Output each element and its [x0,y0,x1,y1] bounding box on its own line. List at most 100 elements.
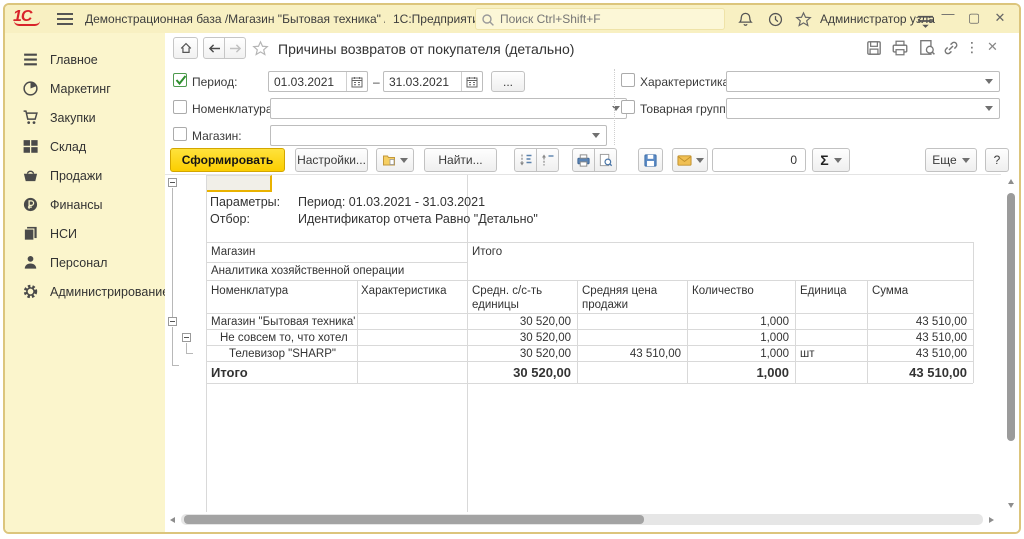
calendar-icon[interactable] [461,72,482,91]
table-row-name[interactable]: Магазин "Бытовая техника" [211,316,355,328]
print-preview-icon[interactable] [918,39,936,57]
sidebar-item-purchases[interactable]: Закупки [5,103,165,132]
generate-button[interactable]: Сформировать [170,148,285,172]
product-group-checkbox[interactable] [621,100,635,114]
preview-button[interactable] [594,148,617,172]
table-cell[interactable]: 30 520,00 [467,316,577,328]
period-more-button[interactable]: ... [491,71,525,92]
sidebar-item-warehouse[interactable]: Склад [5,132,165,161]
vertical-scrollbar[interactable] [1006,175,1017,512]
group-collapse-toggle[interactable] [168,178,177,187]
print-button[interactable] [572,148,595,172]
back-button[interactable] [203,37,225,59]
sum-indicator-field[interactable]: 0 [712,148,806,172]
table-cell[interactable]: шт [800,348,860,360]
table-cell[interactable]: 1,000 [687,348,795,360]
search-input[interactable] [500,11,718,27]
scroll-up-icon[interactable] [1008,179,1014,184]
characteristic-label: Характеристика: [640,75,733,89]
table-cell[interactable]: 30 520,00 [467,332,577,344]
filter-splitter[interactable] [614,69,615,145]
1c-logo: 1С [13,8,31,26]
sidebar-item-label: Главное [50,53,98,67]
total-cell[interactable]: 30 520,00 [467,365,577,380]
sidebar-item-nsi[interactable]: НСИ [5,219,165,248]
collapse-groups-button[interactable] [536,148,559,172]
scroll-right-icon[interactable] [989,517,994,523]
period-checkbox[interactable] [173,73,187,87]
minimize-button[interactable]: — [940,6,956,21]
close-button[interactable]: ✕ [992,10,1008,26]
history-icon[interactable] [767,11,784,28]
sidebar-item-sales[interactable]: Продажи [5,161,165,190]
table-row-name[interactable]: Телевизор "SHARP" [229,348,355,360]
table-cell[interactable]: 1,000 [687,332,795,344]
envelope-icon [677,154,692,167]
forward-button[interactable] [224,37,246,59]
product-group-combo[interactable] [726,98,1000,119]
period-to-input[interactable] [389,74,457,89]
home-button[interactable] [173,37,198,59]
more-menu-icon[interactable]: ⋮ [965,39,979,56]
get-link-icon[interactable] [942,39,960,57]
chevron-down-icon[interactable] [980,100,998,117]
total-row-name[interactable]: Итого [211,365,248,380]
sidebar-item-personnel[interactable]: Персонал [5,248,165,277]
table-cell[interactable]: 43 510,00 [577,348,687,360]
notifications-bell-icon[interactable] [737,11,754,28]
scroll-down-icon[interactable] [1008,503,1014,508]
expand-groups-button[interactable] [514,148,537,172]
sidebar-item-marketing[interactable]: Маркетинг [5,74,165,103]
period-from-input[interactable] [274,74,342,89]
settings-button[interactable]: Настройки... [295,148,368,172]
service-menu-icon[interactable] [917,13,934,30]
active-cell[interactable] [206,175,272,192]
main-menu-icon[interactable] [57,13,73,25]
gridline [206,345,973,346]
save-icon[interactable] [865,39,883,57]
period-from-field[interactable] [268,71,368,92]
total-cell[interactable]: 1,000 [687,365,795,380]
chevron-down-icon[interactable] [980,73,998,90]
vertical-scroll-thumb[interactable] [1007,193,1015,441]
more-actions-button[interactable]: Еще [925,148,977,172]
sidebar-item-finance[interactable]: Финансы [5,190,165,219]
sidebar-item-main[interactable]: Главное [5,45,165,74]
store-checkbox[interactable] [173,127,187,141]
table-cell[interactable]: 43 510,00 [867,316,973,328]
calendar-icon[interactable] [346,72,367,91]
table-cell[interactable]: 43 510,00 [867,348,973,360]
autosum-button[interactable]: Σ [812,148,850,172]
period-to-field[interactable] [383,71,483,92]
group-collapse-toggle[interactable] [182,333,191,342]
help-button[interactable]: ? [985,148,1009,172]
scroll-left-icon[interactable] [170,517,175,523]
global-search-box[interactable] [475,8,725,30]
report-variants-button[interactable] [376,148,414,172]
maximize-button[interactable]: ▢ [966,10,982,26]
horizontal-scroll-thumb[interactable] [184,515,644,524]
find-button[interactable]: Найти... [424,148,497,172]
send-mail-button[interactable] [672,148,708,172]
close-report-icon[interactable]: ✕ [987,39,998,55]
horizontal-scrollbar[interactable] [181,514,983,525]
period-dash: – [373,75,380,89]
sidebar-item-administration[interactable]: Администрирование [5,277,165,306]
total-cell[interactable]: 43 510,00 [867,365,973,380]
favorites-star-icon[interactable] [795,11,812,28]
characteristic-combo[interactable] [726,71,1000,92]
favorite-star-icon[interactable] [252,40,269,57]
table-row-name[interactable]: Не совсем то, что хотел [220,332,355,344]
table-cell[interactable]: 43 510,00 [867,332,973,344]
column-header: Средн. с/с-ть единицы [472,284,570,312]
group-collapse-toggle[interactable] [168,317,177,326]
print-icon[interactable] [891,39,909,57]
table-cell[interactable]: 30 520,00 [467,348,577,360]
nomenclature-checkbox[interactable] [173,100,187,114]
characteristic-checkbox[interactable] [621,73,635,87]
store-combo[interactable] [270,125,607,146]
chevron-down-icon[interactable] [587,127,605,144]
nomenclature-combo[interactable] [270,98,627,119]
save-result-button[interactable] [638,148,663,172]
table-cell[interactable]: 1,000 [687,316,795,328]
